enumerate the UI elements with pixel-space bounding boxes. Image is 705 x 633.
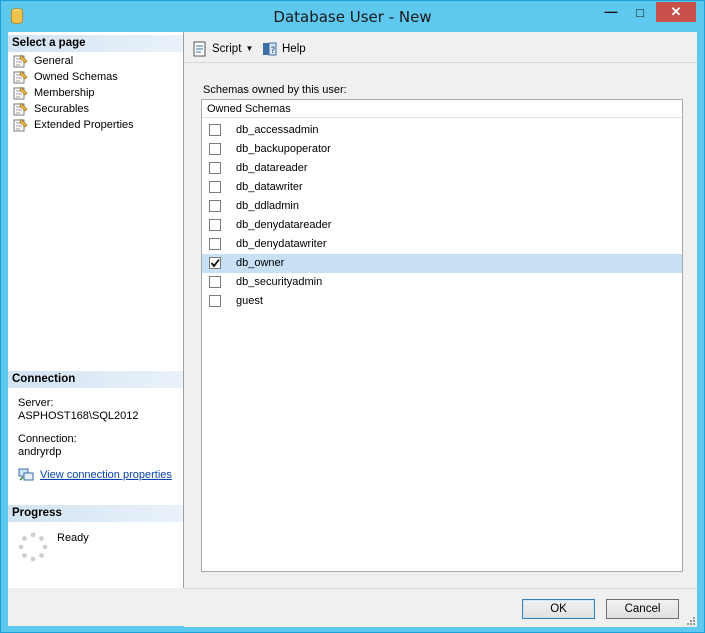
help-button[interactable]: ? Help bbox=[262, 40, 306, 58]
schema-row[interactable]: db_securityadmin bbox=[202, 273, 682, 292]
connection-label: Connection: bbox=[18, 433, 77, 445]
progress-spinner-icon bbox=[18, 532, 48, 562]
progress-header: Progress bbox=[8, 505, 183, 522]
maximize-button[interactable]: □ bbox=[626, 2, 654, 24]
schema-name: db_accessadmin bbox=[236, 124, 319, 136]
schemas-section-label: Schemas owned by this user: bbox=[203, 84, 347, 96]
page-wrench-icon bbox=[13, 54, 28, 68]
schema-row[interactable]: db_owner bbox=[202, 254, 682, 273]
page-item-owned-schemas[interactable]: Owned Schemas bbox=[13, 69, 118, 85]
dialog-window: Database User - New — □ ✕ Select a page … bbox=[0, 0, 705, 633]
schema-checkbox[interactable] bbox=[209, 200, 221, 212]
schema-name: db_owner bbox=[236, 257, 285, 269]
page-wrench-icon bbox=[13, 118, 28, 132]
connection-properties-icon bbox=[18, 468, 34, 481]
page-item-label: Membership bbox=[34, 87, 95, 99]
resize-grip-icon[interactable] bbox=[685, 615, 695, 625]
schema-checkbox[interactable] bbox=[209, 162, 221, 174]
page-wrench-icon bbox=[13, 70, 28, 84]
script-label: Script bbox=[212, 43, 242, 55]
schema-name: db_datareader bbox=[236, 162, 308, 174]
dialog-client: Select a page General Owned Schemas Member… bbox=[8, 32, 697, 627]
script-icon bbox=[193, 41, 206, 57]
server-label: Server: bbox=[18, 397, 54, 409]
schema-checkbox[interactable] bbox=[209, 295, 221, 307]
schema-row[interactable]: db_datawriter bbox=[202, 178, 682, 197]
owned-schemas-column-header: Owned Schemas bbox=[202, 100, 682, 118]
schema-name: db_ddladmin bbox=[236, 200, 299, 212]
page-item-label: Owned Schemas bbox=[34, 71, 118, 83]
help-icon: ? bbox=[263, 42, 277, 56]
select-page-header: Select a page bbox=[8, 35, 183, 52]
svg-text:?: ? bbox=[271, 46, 276, 56]
script-dropdown-chevron-icon[interactable]: ▼ bbox=[245, 40, 253, 58]
ok-button[interactable]: OK bbox=[522, 599, 595, 619]
schema-row[interactable]: db_ddladmin bbox=[202, 197, 682, 216]
cancel-button[interactable]: Cancel bbox=[606, 599, 679, 619]
page-item-label: General bbox=[34, 55, 74, 67]
page-item-label: Extended Properties bbox=[34, 119, 134, 131]
schema-row[interactable]: guest bbox=[202, 292, 682, 311]
page-item-securables[interactable]: Securables bbox=[13, 101, 89, 117]
left-pane: Select a page General Owned Schemas Member… bbox=[8, 32, 184, 588]
page-wrench-icon bbox=[13, 102, 28, 116]
schema-checkbox[interactable] bbox=[209, 124, 221, 136]
checkmark-icon bbox=[210, 258, 220, 268]
connection-value: andryrdp bbox=[18, 446, 62, 458]
view-connection-properties-link[interactable]: View connection properties bbox=[40, 469, 172, 482]
script-button[interactable]: Script ▼ bbox=[192, 40, 253, 58]
schema-name: guest bbox=[236, 295, 263, 307]
schema-name: db_denydatareader bbox=[236, 219, 332, 231]
schema-name: db_denydatawriter bbox=[236, 238, 327, 250]
page-wrench-icon bbox=[13, 86, 28, 100]
schema-checkbox[interactable] bbox=[209, 238, 221, 250]
schema-row[interactable]: db_denydatareader bbox=[202, 216, 682, 235]
page-item-label: Securables bbox=[34, 103, 90, 115]
right-pane: Script ▼ ? Help Schemas owned by this us… bbox=[184, 32, 697, 588]
schema-checkbox[interactable] bbox=[209, 257, 221, 269]
schema-name: db_backupoperator bbox=[236, 143, 331, 155]
schema-checkbox[interactable] bbox=[209, 143, 221, 155]
toolbar: Script ▼ ? Help bbox=[184, 32, 697, 63]
dialog-footer: OK Cancel bbox=[184, 588, 697, 627]
owned-schemas-grid[interactable]: Owned Schemas db_accessadmin db_backupope… bbox=[201, 99, 683, 572]
server-value: ASPHOST168\SQL2012 bbox=[18, 410, 139, 422]
schema-row[interactable]: db_accessadmin bbox=[202, 121, 682, 140]
title-bar[interactable]: Database User - New — □ ✕ bbox=[1, 1, 704, 31]
help-label: Help bbox=[282, 43, 306, 55]
progress-status: Ready bbox=[57, 532, 89, 544]
page-item-general[interactable]: General bbox=[13, 53, 73, 69]
page-item-extended-properties[interactable]: Extended Properties bbox=[13, 117, 134, 133]
schema-name: db_datawriter bbox=[236, 181, 303, 193]
schema-row[interactable]: db_backupoperator bbox=[202, 140, 682, 159]
schema-checkbox[interactable] bbox=[209, 181, 221, 193]
schema-name: db_securityadmin bbox=[236, 276, 323, 288]
connection-header: Connection bbox=[8, 371, 183, 388]
schema-row[interactable]: db_denydatawriter bbox=[202, 235, 682, 254]
close-button[interactable]: ✕ bbox=[656, 2, 696, 22]
schema-checkbox[interactable] bbox=[209, 219, 221, 231]
schema-row[interactable]: db_datareader bbox=[202, 159, 682, 178]
page-item-membership[interactable]: Membership bbox=[13, 85, 95, 101]
schema-checkbox[interactable] bbox=[209, 276, 221, 288]
minimize-button[interactable]: — bbox=[598, 2, 624, 22]
